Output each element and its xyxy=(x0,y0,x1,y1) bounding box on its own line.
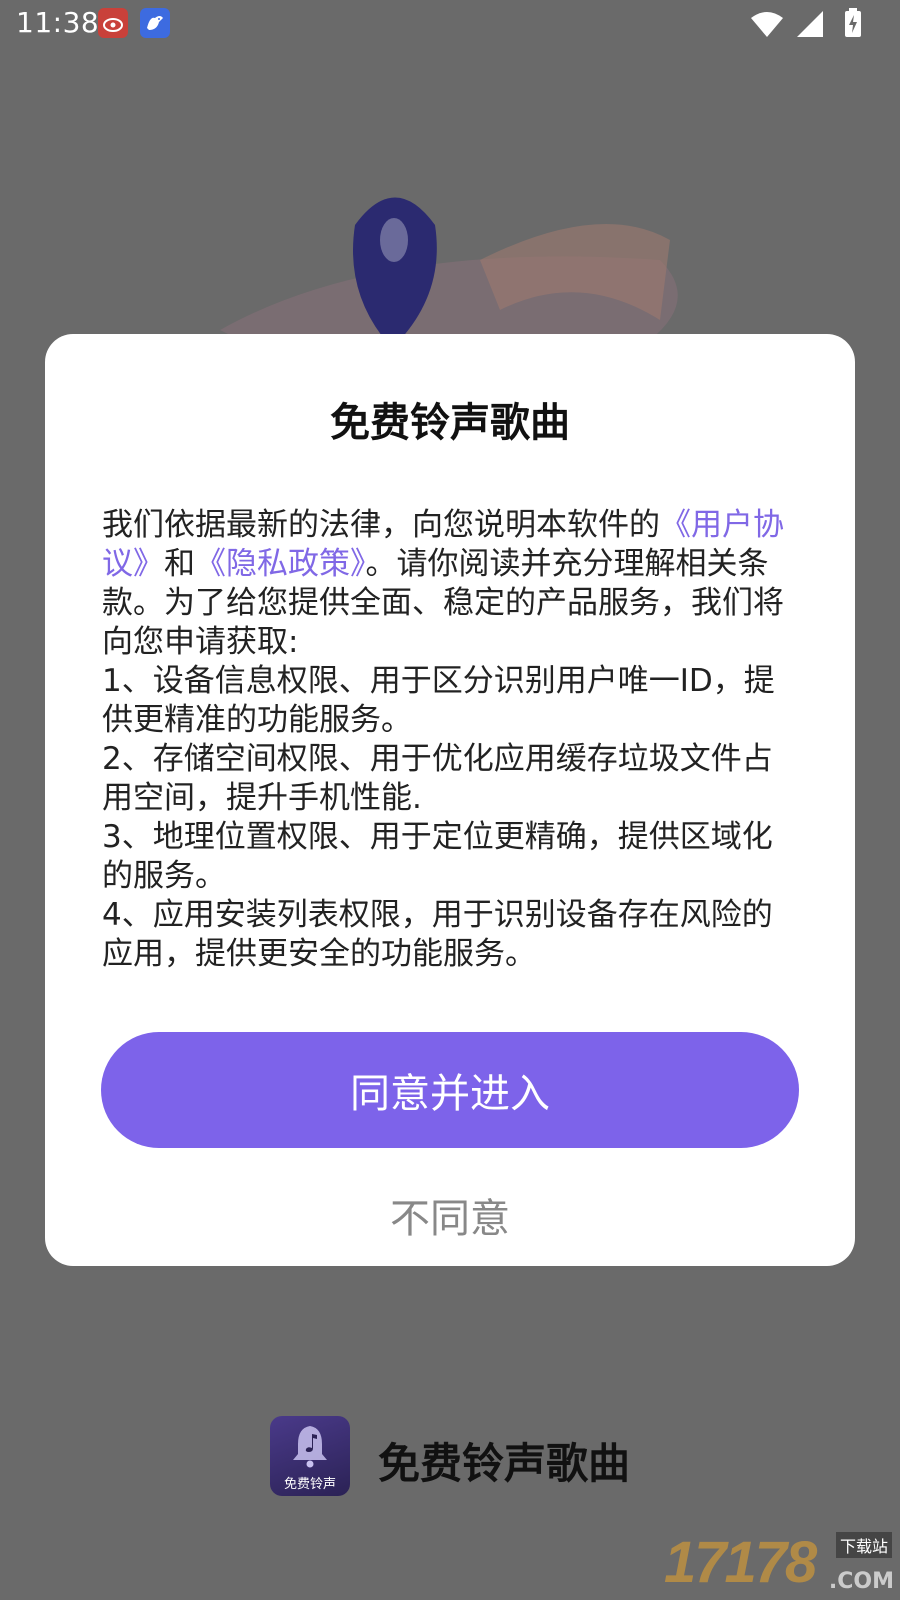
disagree-button[interactable]: 不同意 xyxy=(45,1186,855,1244)
intro-prefix: 我们依据最新的法律，向您说明本软件的 xyxy=(102,507,660,543)
app-logo-label: 免费铃声 xyxy=(283,1477,336,1492)
privacy-policy-link[interactable]: 《隐私政策》 xyxy=(195,546,366,582)
footer-brand: 免费铃声 免费铃声歌曲 xyxy=(270,1416,670,1498)
dialog-intro: 我们依据最新的法律，向您说明本软件的《用户协议》和《隐私政策》。请你阅读并充分理… xyxy=(102,506,802,662)
footer-app-name: 免费铃声歌曲 xyxy=(378,1439,631,1488)
permission-item: 3、地理位置权限、用于定位更精确，提供区域化的服务。 xyxy=(102,819,773,894)
watermark-tag: 下载站 xyxy=(835,1532,892,1558)
intro-and: 和 xyxy=(164,546,195,582)
watermark-number: 17178 xyxy=(664,1530,817,1595)
permission-item: 4、应用安装列表权限，用于识别设备存在风险的应用，提供更安全的功能服务。 xyxy=(102,897,773,972)
app-logo: 免费铃声 xyxy=(270,1416,350,1496)
bell-music-icon xyxy=(293,1426,327,1468)
permission-item: 2、存储空间权限、用于优化应用缓存垃圾文件占用空间，提升手机性能. xyxy=(102,741,773,816)
agree-button[interactable]: 同意并进入 xyxy=(101,1032,799,1148)
watermark: 17178 下载站 .COM xyxy=(664,1530,894,1596)
privacy-dialog: 免费铃声歌曲 我们依据最新的法律，向您说明本软件的《用户协议》和《隐私政策》。请… xyxy=(45,334,855,1266)
dialog-body: 我们依据最新的法律，向您说明本软件的《用户协议》和《隐私政策》。请你阅读并充分理… xyxy=(102,506,802,974)
permission-item: 1、设备信息权限、用于区分识别用户唯一ID，提供更精准的功能服务。 xyxy=(102,663,775,738)
watermark-suffix: .COM xyxy=(828,1569,894,1594)
dialog-title: 免费铃声歌曲 xyxy=(330,400,570,446)
